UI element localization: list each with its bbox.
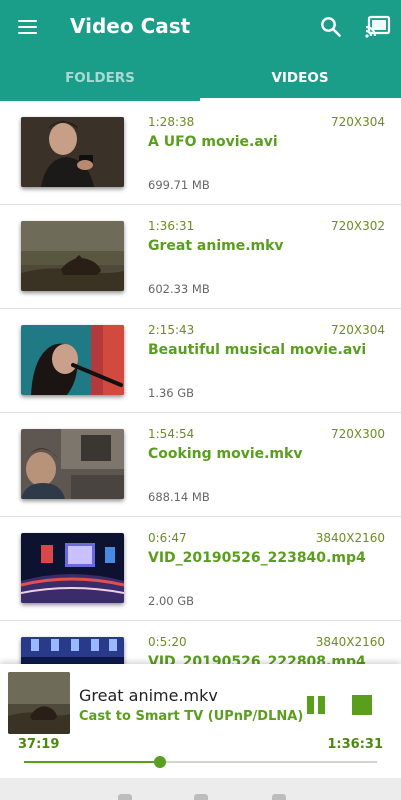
video-duration: 1:28:38 <box>148 115 195 129</box>
video-row[interactable]: 2:15:43 720X304 Beautiful musical movie.… <box>0 309 401 413</box>
video-row[interactable]: 0:6:47 3840X2160 VID_20190526_223840.mp4… <box>0 517 401 621</box>
video-duration: 0:5:20 <box>148 635 187 649</box>
video-title: Beautiful musical movie.avi <box>148 342 367 358</box>
seek-bar[interactable] <box>24 756 377 768</box>
video-title: Cooking movie.mkv <box>148 446 303 462</box>
video-title: Great anime.mkv <box>148 238 284 254</box>
video-thumbnail <box>21 325 124 395</box>
video-thumbnail <box>21 637 124 664</box>
video-row[interactable]: 1:54:54 720X300 Cooking movie.mkv 688.14… <box>0 413 401 517</box>
video-list[interactable]: 1:28:38 720X304 A UFO movie.avi 699.71 M… <box>0 101 401 664</box>
video-title: VID_20190526_222808.mp4 <box>148 654 366 664</box>
current-time: 37:19 <box>18 737 60 752</box>
tab-videos[interactable]: VIDEOS <box>200 60 400 101</box>
tab-folders[interactable]: FOLDERS <box>0 60 200 101</box>
cast-connected-icon[interactable] <box>364 14 392 40</box>
video-duration: 1:36:31 <box>148 219 195 233</box>
video-thumbnail <box>21 117 124 187</box>
nav-back-icon[interactable] <box>118 794 132 800</box>
player-title: Great anime.mkv <box>79 686 218 705</box>
video-thumbnail <box>21 221 124 291</box>
menu-icon[interactable] <box>14 14 42 42</box>
video-size: 2.00 GB <box>148 594 195 608</box>
seek-bar-progress <box>24 761 161 763</box>
video-row[interactable]: 0:5:20 3840X2160 VID_20190526_222808.mp4 <box>0 621 401 664</box>
video-size: 688.14 MB <box>148 490 210 504</box>
app-bar: Video Cast FOLDERS VIDEOS <box>0 0 401 101</box>
player-thumbnail[interactable] <box>8 672 70 734</box>
video-size: 1.36 GB <box>148 386 195 400</box>
video-title: VID_20190526_223840.mp4 <box>148 550 366 566</box>
video-duration: 1:54:54 <box>148 427 195 441</box>
mini-player[interactable]: Great anime.mkv Cast to Smart TV (UPnP/D… <box>0 664 401 778</box>
total-time: 1:36:31 <box>327 737 383 752</box>
seek-bar-thumb[interactable] <box>154 756 167 768</box>
stop-icon[interactable] <box>352 695 372 715</box>
video-row[interactable]: 1:28:38 720X304 A UFO movie.avi 699.71 M… <box>0 101 401 205</box>
player-cast-target: Cast to Smart TV (UPnP/DLNA) <box>79 709 304 724</box>
nav-recents-icon[interactable] <box>272 794 286 800</box>
video-resolution: 3840X2160 <box>315 531 385 545</box>
system-nav-bar <box>0 778 401 800</box>
video-resolution: 720X300 <box>330 427 385 441</box>
video-duration: 0:6:47 <box>148 531 187 545</box>
app-title: Video Cast <box>70 14 191 38</box>
video-size: 602.33 MB <box>148 282 210 296</box>
video-resolution: 720X304 <box>330 115 385 129</box>
nav-home-icon[interactable] <box>194 794 208 800</box>
video-duration: 2:15:43 <box>148 323 195 337</box>
video-thumbnail <box>21 533 124 603</box>
video-size: 699.71 MB <box>148 178 210 192</box>
video-resolution: 3840X2160 <box>315 635 385 649</box>
video-row[interactable]: 1:36:31 720X302 Great anime.mkv 602.33 M… <box>0 205 401 309</box>
video-resolution: 720X304 <box>330 323 385 337</box>
video-thumbnail <box>21 429 124 499</box>
pause-icon[interactable] <box>305 694 327 716</box>
video-resolution: 720X302 <box>330 219 385 233</box>
video-title: A UFO movie.avi <box>148 134 278 150</box>
search-icon[interactable] <box>318 14 344 40</box>
